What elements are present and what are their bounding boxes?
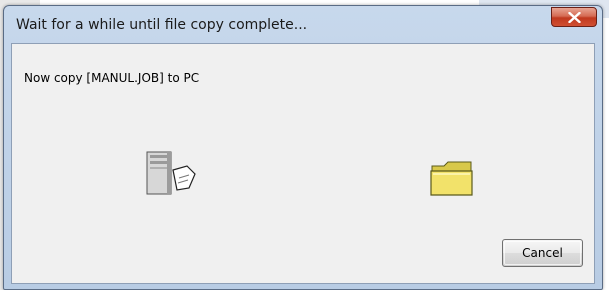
window-title: Wait for a while until file copy complet… [16,17,308,33]
copy-status-message: Now copy [MANUL.JOB] to PC [24,71,200,85]
folder-icon [430,161,473,196]
close-button[interactable] [551,7,597,27]
cancel-button[interactable]: Cancel [502,239,583,267]
dialog-body: Now copy [MANUL.JOB] to PC Cancel [11,43,595,284]
close-x-icon [568,12,581,23]
pc-tower-with-document-icon [146,151,196,195]
title-bar[interactable]: Wait for a while until file copy complet… [4,6,602,42]
background-bottom [0,290,609,295]
copy-progress-dialog: Wait for a while until file copy complet… [3,5,603,290]
